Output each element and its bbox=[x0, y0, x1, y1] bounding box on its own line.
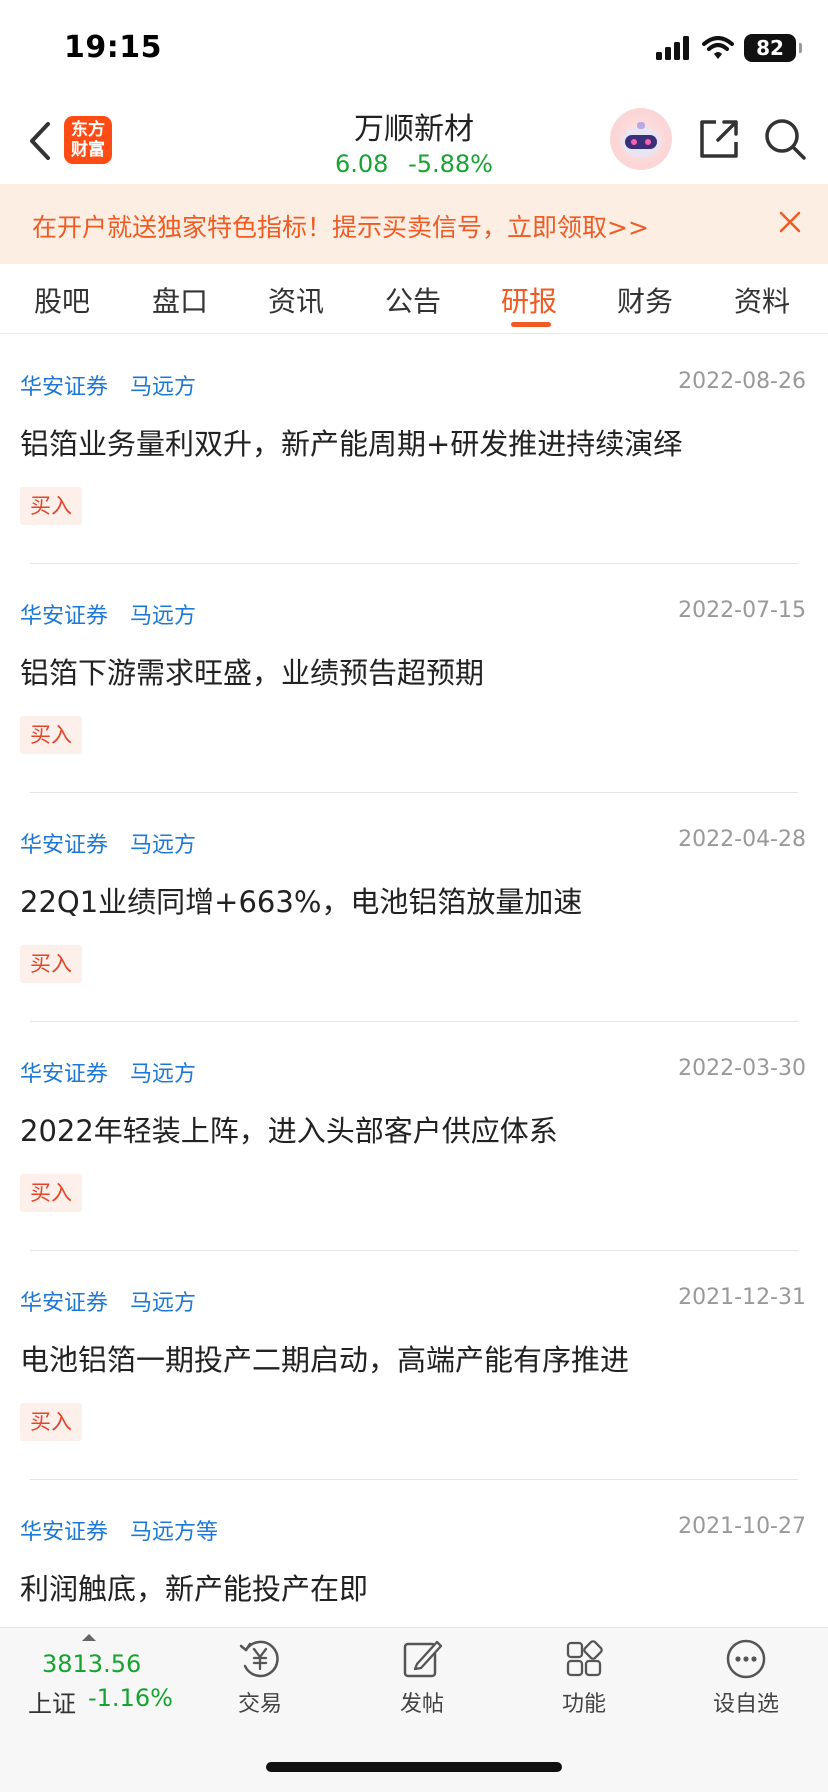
promo-text[interactable]: 在开户就送独家特色指标！提示买卖信号，立即领取>> bbox=[32, 208, 732, 244]
report-title[interactable]: 铝箔下游需求旺盛，业绩预告超预期 bbox=[20, 650, 484, 692]
share-icon[interactable] bbox=[696, 116, 742, 162]
robot-assistant-icon bbox=[621, 122, 661, 157]
tab-guba[interactable]: 股吧 bbox=[34, 280, 90, 320]
market-index-ticker[interactable]: 3813.56 上证 -1.16% bbox=[0, 1628, 180, 1738]
tab-profile[interactable]: 资料 bbox=[734, 280, 790, 320]
report-title[interactable]: 利润触底，新产能投产在即 bbox=[20, 1566, 368, 1608]
search-icon[interactable] bbox=[762, 116, 808, 162]
report-title[interactable]: 铝箔业务量利双升，新产能周期+研发推进持续演绎 bbox=[20, 421, 682, 463]
nav-post-button[interactable]: 发帖 bbox=[362, 1638, 482, 1738]
nav-add-watchlist-button[interactable]: 设自选 bbox=[686, 1638, 806, 1738]
rating-badge: 买入 bbox=[20, 1403, 82, 1441]
battery-indicator: 82 bbox=[744, 34, 802, 62]
report-item[interactable]: 华安证券 马远方 2022-08-26 铝箔业务量利双升，新产能周期+研发推进持续… bbox=[0, 335, 828, 564]
grid-apps-icon bbox=[566, 1640, 603, 1677]
status-bar: 19:15 82 bbox=[0, 0, 828, 100]
index-name: 上证 bbox=[28, 1690, 76, 1718]
report-date: 2022-04-28 bbox=[678, 827, 806, 852]
report-item[interactable]: 华安证券 马远方 2022-04-28 22Q1业绩同增+663%，电池铝箔放量加… bbox=[0, 793, 828, 1022]
index-value: 3813.56 bbox=[42, 1650, 142, 1678]
report-source: 华安证券 马远方 bbox=[20, 369, 196, 401]
expand-caret-icon[interactable] bbox=[82, 1634, 96, 1641]
tab-bar: 股吧 盘口 资讯 公告 研报 财务 资料 bbox=[0, 264, 828, 334]
tab-finance[interactable]: 财务 bbox=[617, 280, 673, 320]
report-item[interactable]: 华安证券 马远方 2022-03-30 2022年轻装上阵，进入头部客户供应体系 … bbox=[0, 1022, 828, 1251]
cellular-signal-icon bbox=[656, 36, 689, 60]
report-item[interactable]: 华安证券 马远方 2021-12-31 电池铝箔一期投产二期启动，高端产能有序推进… bbox=[0, 1251, 828, 1480]
report-org[interactable]: 华安证券 bbox=[20, 375, 108, 400]
report-title[interactable]: 2022年轻装上阵，进入头部客户供应体系 bbox=[20, 1108, 558, 1150]
promo-banner[interactable]: 在开户就送独家特色指标！提示买卖信号，立即领取>> bbox=[0, 184, 828, 264]
rating-badge: 买入 bbox=[20, 487, 82, 525]
nav-post-label: 发帖 bbox=[399, 1692, 444, 1717]
stock-header: 东方财富 万顺新材 6.08 -5.88% bbox=[0, 100, 828, 184]
report-source: 华安证券 马远方 bbox=[20, 1056, 196, 1088]
active-tab-indicator bbox=[511, 322, 551, 327]
status-time: 19:15 bbox=[64, 30, 162, 65]
tab-research[interactable]: 研报 bbox=[501, 280, 557, 320]
report-author[interactable]: 马远方 bbox=[130, 1291, 196, 1316]
status-indicators: 82 bbox=[656, 34, 802, 62]
report-author[interactable]: 马远方等 bbox=[130, 1520, 218, 1545]
tab-news[interactable]: 资讯 bbox=[268, 280, 324, 320]
report-author[interactable]: 马远方 bbox=[130, 833, 196, 858]
nav-functions-button[interactable]: 功能 bbox=[524, 1638, 644, 1738]
robot-assistant-button[interactable] bbox=[610, 108, 672, 170]
wifi-icon bbox=[702, 36, 734, 59]
nav-functions-label: 功能 bbox=[561, 1692, 606, 1717]
report-source: 华安证券 马远方 bbox=[20, 598, 196, 630]
nav-trade-label: 交易 bbox=[237, 1692, 282, 1717]
report-date: 2022-03-30 bbox=[678, 1056, 806, 1081]
tab-pankou[interactable]: 盘口 bbox=[152, 280, 208, 320]
report-source: 华安证券 马远方 bbox=[20, 1285, 196, 1317]
rating-badge: 买入 bbox=[20, 945, 82, 983]
report-org[interactable]: 华安证券 bbox=[20, 1520, 108, 1545]
more-dots-icon bbox=[726, 1639, 766, 1679]
report-title[interactable]: 电池铝箔一期投产二期启动，高端产能有序推进 bbox=[20, 1337, 629, 1379]
rating-badge: 买入 bbox=[20, 716, 82, 754]
report-item[interactable]: 华安证券 马远方等 2021-10-27 利润触底，新产能投产在即 bbox=[0, 1480, 828, 1627]
report-date: 2021-12-31 bbox=[678, 1285, 806, 1310]
report-author[interactable]: 马远方 bbox=[130, 1062, 196, 1087]
report-date: 2021-10-27 bbox=[678, 1514, 806, 1539]
close-icon[interactable] bbox=[772, 204, 808, 240]
report-author[interactable]: 马远方 bbox=[130, 604, 196, 629]
index-change: -1.16% bbox=[88, 1684, 173, 1712]
home-indicator[interactable] bbox=[266, 1762, 562, 1772]
report-org[interactable]: 华安证券 bbox=[20, 1291, 108, 1316]
report-source: 华安证券 马远方等 bbox=[20, 1514, 218, 1546]
report-date: 2022-07-15 bbox=[678, 598, 806, 623]
report-org[interactable]: 华安证券 bbox=[20, 1062, 108, 1087]
stock-change-pct: -5.88% bbox=[408, 150, 493, 178]
stock-price: 6.08 bbox=[335, 150, 389, 178]
compose-post-icon bbox=[403, 1640, 443, 1678]
trade-yen-icon bbox=[239, 1640, 279, 1678]
nav-trade-button[interactable]: 交易 bbox=[200, 1638, 320, 1738]
report-date: 2022-08-26 bbox=[678, 369, 806, 394]
rating-badge: 买入 bbox=[20, 1174, 82, 1212]
report-source: 华安证券 马远方 bbox=[20, 827, 196, 859]
tab-announcements[interactable]: 公告 bbox=[385, 280, 441, 320]
report-title[interactable]: 22Q1业绩同增+663%，电池铝箔放量加速 bbox=[20, 879, 582, 921]
report-author[interactable]: 马远方 bbox=[130, 375, 196, 400]
report-org[interactable]: 华安证券 bbox=[20, 604, 108, 629]
nav-add-watchlist-label: 设自选 bbox=[712, 1692, 779, 1717]
report-org[interactable]: 华安证券 bbox=[20, 833, 108, 858]
report-item[interactable]: 华安证券 马远方 2022-07-15 铝箔下游需求旺盛，业绩预告超预期 买入 bbox=[0, 564, 828, 793]
